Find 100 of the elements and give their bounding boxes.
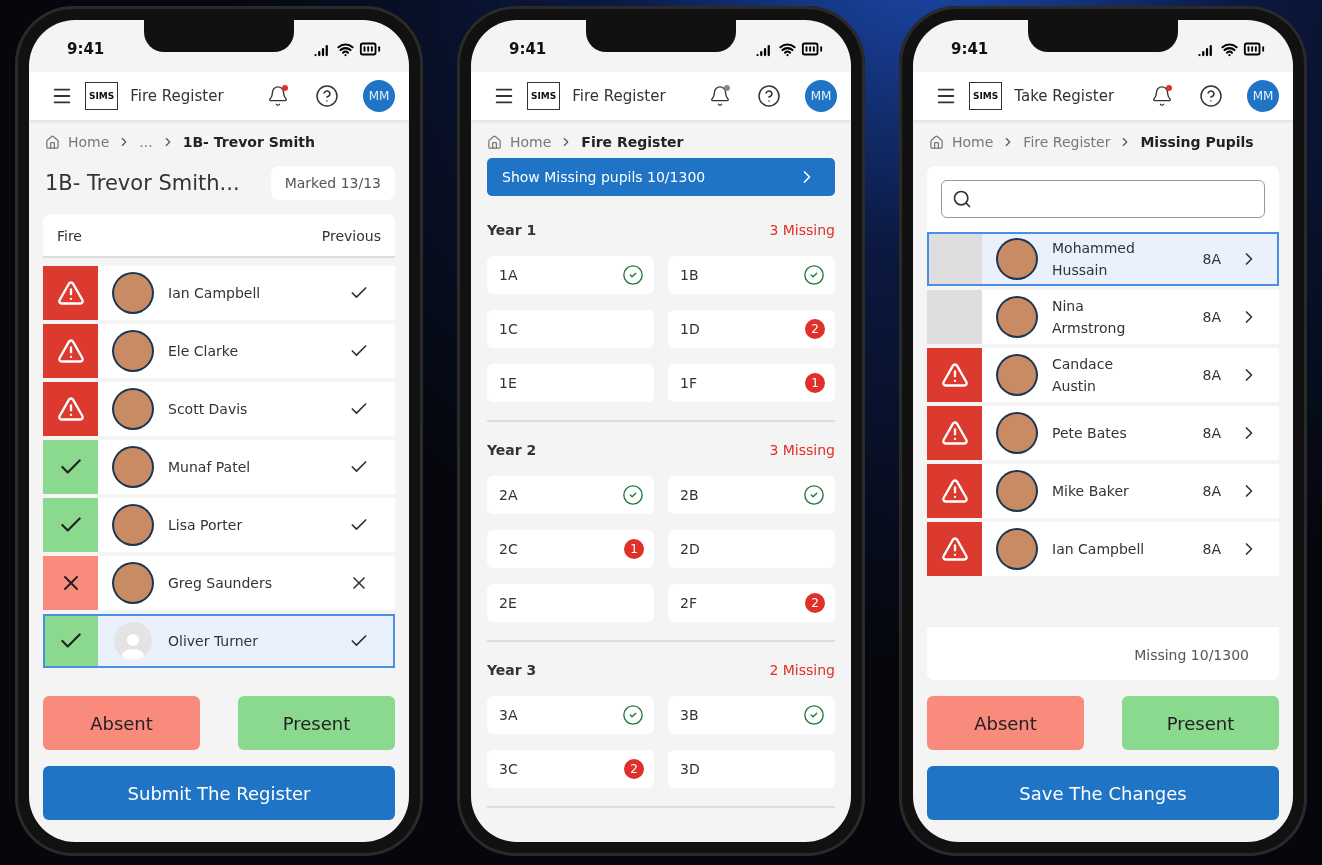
pupil-row[interactable]: Mohammed Hussain 8A — [927, 232, 1279, 286]
class-name: 3D — [680, 761, 700, 777]
class-tile[interactable]: 3D — [668, 750, 835, 788]
warning-icon — [56, 337, 85, 365]
column-header: Previous — [321, 228, 381, 244]
class-name: 2D — [680, 541, 700, 557]
year-title: Year 3 — [487, 662, 537, 678]
status-strip[interactable] — [43, 382, 98, 436]
class-tile[interactable]: 1A — [487, 256, 654, 294]
year-title: Year 1 — [487, 222, 537, 238]
search-icon — [952, 189, 972, 209]
user-avatar[interactable]: MM — [805, 80, 837, 112]
class-tile[interactable]: 1F 1 — [668, 364, 835, 402]
pupil-row[interactable]: Mike Baker 8A — [927, 464, 1279, 518]
user-avatar[interactable]: MM — [363, 80, 395, 112]
pupil-name: Greg Saunders — [168, 573, 273, 593]
class-tile[interactable]: 2C 1 — [487, 530, 654, 568]
pupil-row[interactable]: Pete Bates 8A — [927, 406, 1279, 460]
pupil-name: Scott Davis — [168, 399, 249, 419]
class-name: 1E — [499, 375, 517, 391]
class-tile[interactable]: 1D 2 — [668, 310, 835, 348]
missing-total: Missing 10/1300 — [1134, 647, 1249, 663]
class-tile[interactable]: 2A — [487, 476, 654, 514]
present-button[interactable]: Present — [238, 696, 395, 750]
warning-icon — [56, 279, 85, 307]
count-badge: 2 — [805, 593, 825, 613]
class-name: 1F — [680, 375, 697, 391]
help-icon[interactable] — [757, 84, 781, 108]
status-strip[interactable] — [927, 464, 982, 518]
class-name: 1B — [680, 267, 699, 283]
class-tile[interactable]: 3A — [487, 696, 654, 734]
status-strip[interactable] — [43, 556, 98, 610]
class-tile[interactable]: 1E — [487, 364, 654, 402]
class-tile[interactable]: 3C 2 — [487, 750, 654, 788]
class-tile[interactable]: 1B — [668, 256, 835, 294]
present-button[interactable]: Present — [1122, 696, 1279, 750]
pupil-row[interactable]: Greg Saunders — [43, 556, 395, 610]
warning-icon — [940, 419, 969, 447]
pupil-name: Candace Austin — [1052, 354, 1114, 396]
class-name: 2E — [499, 595, 517, 611]
breadcrumb-link[interactable]: Home — [952, 134, 994, 150]
class-tile[interactable]: 1C — [487, 310, 654, 348]
class-name: 2C — [499, 541, 518, 557]
status-strip[interactable] — [927, 406, 982, 460]
class-tile[interactable]: 3B — [668, 696, 835, 734]
help-icon[interactable] — [315, 84, 339, 108]
absent-button[interactable]: Absent — [927, 696, 1084, 750]
class-tile[interactable]: 2F 2 — [668, 584, 835, 622]
absent-button[interactable]: Absent — [43, 696, 200, 750]
logo: SIMS — [85, 82, 119, 110]
pupil-row[interactable]: Candace Austin 8A — [927, 348, 1279, 402]
pupil-row[interactable]: Scott Davis — [43, 382, 395, 436]
status-strip[interactable] — [927, 348, 982, 402]
warning-icon — [56, 395, 85, 423]
pupil-name: Nina Armstrong — [1052, 296, 1127, 338]
pupil-row[interactable]: Oliver Turner — [43, 614, 395, 668]
breadcrumb-link[interactable]: Home — [68, 134, 110, 150]
app-title: Fire Register — [572, 87, 667, 105]
user-avatar[interactable]: MM — [1247, 80, 1279, 112]
class-tile[interactable]: 2B — [668, 476, 835, 514]
missing-count: 3 Missing — [769, 442, 835, 458]
class-name: 3A — [499, 707, 518, 723]
pupil-row[interactable]: Munaf Patel — [43, 440, 395, 494]
submit-button[interactable]: Submit The Register — [43, 766, 395, 820]
bell-icon[interactable] — [1151, 85, 1173, 107]
search-field[interactable] — [941, 180, 1265, 218]
form-group: 8A — [1202, 251, 1221, 267]
bell-icon[interactable] — [267, 85, 289, 107]
breadcrumb-link[interactable]: Fire Register — [1023, 134, 1111, 150]
count-badge: 1 — [624, 539, 644, 559]
logo: SIMS — [527, 82, 561, 110]
home-icon — [487, 134, 502, 150]
status-strip[interactable] — [43, 324, 98, 378]
pupil-row[interactable]: Ele Clarke — [43, 324, 395, 378]
status-strip[interactable] — [43, 266, 98, 320]
class-tile[interactable]: 2E — [487, 584, 654, 622]
warning-icon — [940, 477, 969, 505]
pupil-name: Mike Baker — [1052, 481, 1130, 501]
class-tile[interactable]: 2D — [668, 530, 835, 568]
missing-count: 2 Missing — [769, 662, 835, 678]
pupil-row[interactable]: Ian Campbell 8A — [927, 522, 1279, 576]
status-strip[interactable] — [927, 522, 982, 576]
pupil-row[interactable]: Lisa Porter — [43, 498, 395, 552]
pupil-name: Munaf Patel — [168, 457, 252, 477]
status-time: 9:41 — [509, 40, 547, 58]
pupil-name: Ele Clarke — [168, 341, 240, 361]
column-header: Fire — [57, 228, 82, 244]
class-name: 2B — [680, 487, 699, 503]
pupil-row[interactable]: Ian Campbell — [43, 266, 395, 320]
breadcrumb-link[interactable]: Home — [510, 134, 552, 150]
status-time: 9:41 — [951, 40, 989, 58]
count-badge: 1 — [805, 373, 825, 393]
bell-icon[interactable] — [709, 85, 731, 107]
help-icon[interactable] — [1199, 84, 1223, 108]
class-name: 1A — [499, 267, 518, 283]
breadcrumb-link[interactable]: ... — [139, 134, 153, 150]
missing-pupils-button[interactable]: Show Missing pupils 10/1300 — [487, 158, 835, 196]
submit-button[interactable]: Save The Changes — [927, 766, 1279, 820]
pupil-name: Oliver Turner — [168, 631, 259, 651]
pupil-row[interactable]: Nina Armstrong 8A — [927, 290, 1279, 344]
